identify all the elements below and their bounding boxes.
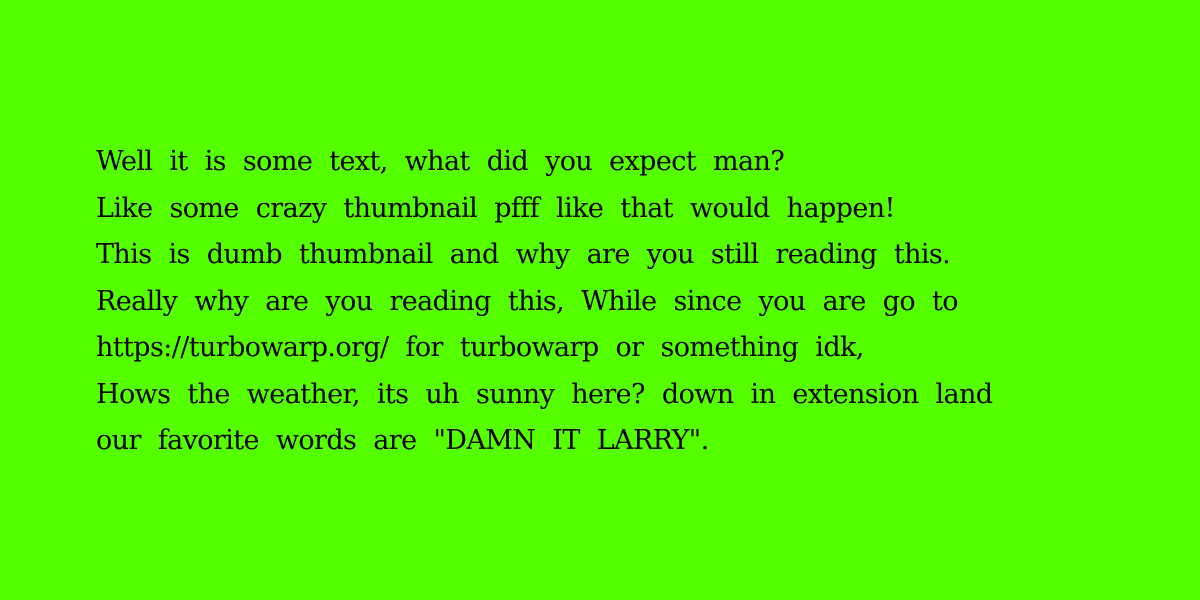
text-line-5: https://turbowarp.org/ for turbowarp or … [96, 332, 864, 363]
text-line-7: our favorite words are "DAMN IT LARRY". [96, 425, 709, 456]
text-line-2: Like some crazy thumbnail pfff like that… [96, 192, 895, 224]
text-line-3: This is dumb thumbnail and why are you s… [96, 239, 951, 270]
text-line-6: Hows the weather, its uh sunny here? dow… [96, 378, 993, 410]
thumbnail-text-block: Well it is some text, what did you expec… [96, 139, 993, 465]
text-line-1: Well it is some text, what did you expec… [96, 146, 785, 177]
text-line-4: Really why are you reading this, While s… [96, 285, 959, 317]
